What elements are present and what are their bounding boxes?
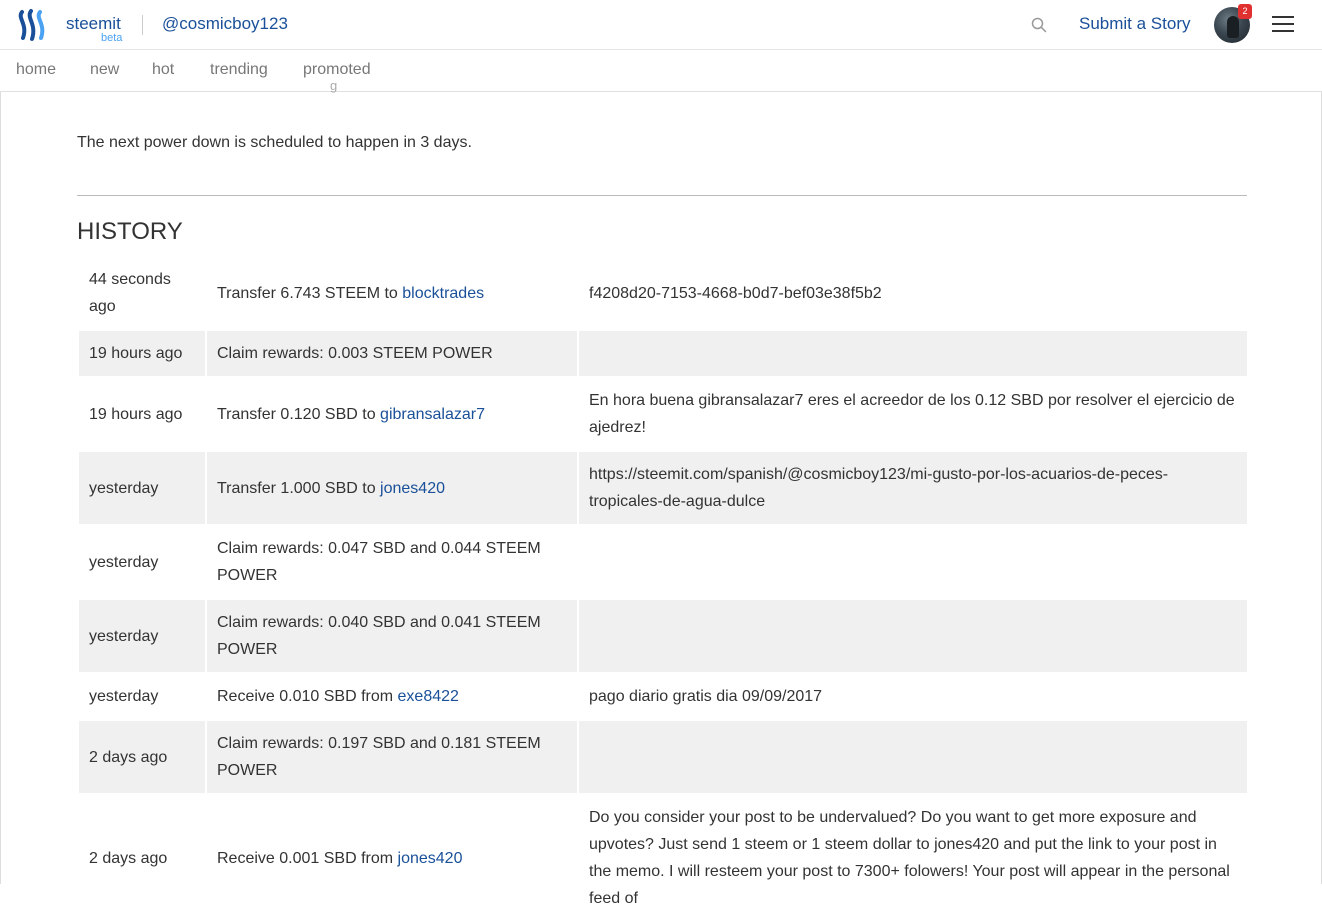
tab-trending[interactable]: trending [210,61,268,79]
history-memo [579,721,1247,793]
history-memo: En hora buena gibransalazar7 eres el acr… [589,392,1235,436]
history-row: yesterday Receive 0.010 SBD from exe8422 p… [79,674,1247,719]
search-icon[interactable] [1030,16,1048,34]
history-memo: https://steemit.com/spanish/@cosmicboy12… [579,452,1247,524]
history-time: yesterday [89,553,159,571]
history-time: yesterday [79,600,205,672]
top-header: steemit beta @cosmicboy123 Submit a Stor… [0,0,1322,50]
history-row: 2 days ago Claim rewards: 0.197 SBD and 0… [79,721,1247,793]
history-row: 19 hours ago Transfer 0.120 SBD to gibran… [79,378,1247,450]
history-memo [579,600,1247,672]
history-row: yesterday Claim rewards: 0.047 SBD and 0.… [79,526,1247,598]
history-memo [579,331,1247,376]
history-action-text: Receive 0.010 SBD from [217,688,398,705]
beta-label: beta [101,32,123,44]
submit-story-link[interactable]: Submit a Story [1079,14,1191,34]
history-row: yesterday Transfer 1.000 SBD to jones420 h… [79,452,1247,524]
history-time: 44 seconds ago [89,271,171,315]
history-memo: f4208d20-7153-4668-b0d7-bef03e38f5b2 [589,284,882,302]
history-action-text: Transfer 6.743 STEEM to [217,284,403,302]
tab-promoted[interactable]: promoted [303,61,371,79]
history-row: 19 hours ago Claim rewards: 0.003 STEEM P… [79,331,1247,376]
history-time: 19 hours ago [79,331,205,376]
history-action-text: Transfer 0.120 SBD to [217,405,381,423]
history-action: Transfer 1.000 SBD to jones420 [207,452,577,524]
tab-new[interactable]: new [90,61,119,79]
history-action-text: Claim rewards: 0.040 SBD and 0.041 STEEM… [217,614,541,658]
account-link[interactable]: jones420 [380,480,445,497]
history-action: Claim rewards: 0.197 SBD and 0.181 STEEM… [207,721,577,793]
history-row: 44 seconds ago Transfer 6.743 STEEM to bl… [79,257,1247,329]
history-action: Transfer 6.743 STEEM to blocktrades [207,257,577,329]
steemit-logo-icon[interactable] [16,8,50,42]
history-action-text: Transfer 1.000 SBD to [217,479,381,497]
hamburger-menu-icon[interactable] [1272,16,1294,34]
power-down-notice: The next power down is scheduled to happ… [77,134,472,151]
history-time: yesterday [89,688,159,705]
history-memo [579,526,1247,598]
history-time: 2 days ago [89,849,168,867]
history-action: Claim rewards: 0.040 SBD and 0.041 STEEM… [207,600,577,672]
history-time: 2 days ago [79,721,205,793]
history-time: yesterday [79,452,205,524]
history-action: Claim rewards: 0.003 STEEM POWER [207,331,577,376]
page-left-border [0,92,1,884]
account-link[interactable]: blocktrades [402,285,484,302]
header-separator [142,15,143,35]
history-action: Receive 0.001 SBD from jones420 [207,795,577,921]
brand-name[interactable]: steemit [66,14,121,34]
history-time: 19 hours ago [89,405,183,423]
history-action-text: Claim rewards: 0.197 SBD and 0.181 STEEM… [217,735,541,779]
account-link[interactable]: gibransalazar7 [380,406,485,423]
notification-badge[interactable]: 2 [1238,4,1252,19]
history-memo: Do you consider your post to be underval… [589,809,1230,907]
history-action-text: Claim rewards: 0.047 SBD and 0.044 STEEM… [217,540,541,584]
history-title: HISTORY [77,218,183,245]
history-action: Claim rewards: 0.047 SBD and 0.044 STEEM… [207,526,577,598]
clipped-text: g [330,78,338,93]
tab-home[interactable]: home [16,61,56,79]
tab-hot[interactable]: hot [152,61,174,79]
history-action: Receive 0.010 SBD from exe8422 [207,674,577,719]
account-link[interactable]: jones420 [398,850,463,867]
avatar-figure [1227,16,1239,38]
account-link[interactable]: exe8422 [398,688,459,705]
header-username[interactable]: @cosmicboy123 [162,14,288,34]
sub-navigation: home new hot trending promoted [0,50,1322,92]
history-table: 44 seconds ago Transfer 6.743 STEEM to bl… [77,255,1249,923]
history-action: Transfer 0.120 SBD to gibransalazar7 [207,378,577,450]
history-memo: pago diario gratis dia 09/09/2017 [589,688,823,705]
history-action-text: Claim rewards: 0.003 STEEM POWER [217,345,493,362]
history-action-text: Receive 0.001 SBD from [217,849,398,867]
section-divider [77,195,1247,196]
history-row: yesterday Claim rewards: 0.040 SBD and 0.… [79,600,1247,672]
history-row: 2 days ago Receive 0.001 SBD from jones42… [79,795,1247,921]
